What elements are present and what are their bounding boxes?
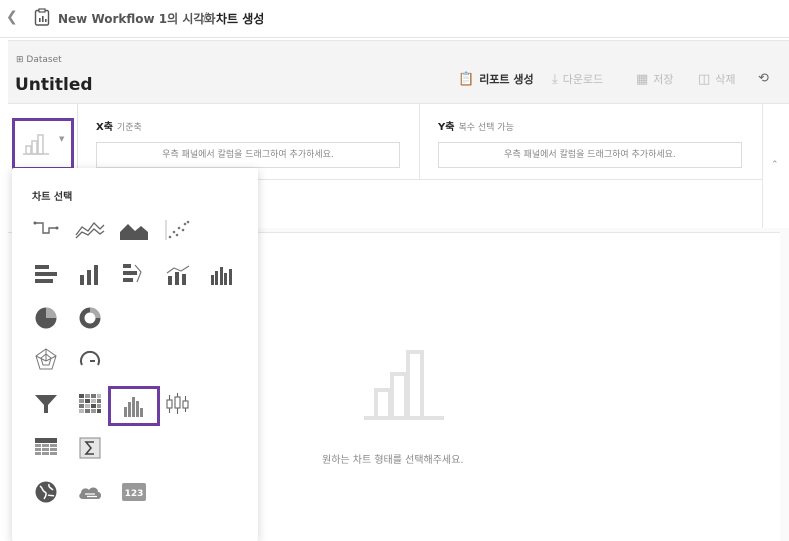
chevron-up-icon: ⌃ [771, 160, 779, 170]
dataset-header: ⊞ Dataset Untitled 📋 리포트 생성 ⤓ 다운로드 ▦ 저장 ◫ 삭제… [8, 40, 789, 104]
refresh-icon: ⟲ [758, 71, 769, 86]
chart-option-summary[interactable] [72, 432, 108, 464]
vertical-bar-icon [80, 265, 98, 285]
chart-option-funnel[interactable] [28, 388, 64, 420]
collapse-panel[interactable]: ⌃ [762, 104, 789, 228]
download-icon: ⤓ [552, 71, 558, 87]
save-icon: ▦ [636, 71, 649, 87]
download-button[interactable]: ⤓ 다운로드 [552, 71, 603, 87]
table-icon: ⊞ [16, 55, 24, 65]
area-chart-icon [120, 224, 148, 240]
trash-icon: ◫ [698, 71, 711, 87]
y-axis-dropzone[interactable]: 우측 패널에서 칼럼을 드래그하여 추가하세요. [438, 142, 742, 168]
chart-option-number[interactable]: 123 [116, 476, 152, 508]
bar-line-icon [123, 264, 142, 283]
grouped-bar-icon [211, 267, 232, 285]
histogram-icon [124, 397, 143, 417]
funnel-icon [35, 395, 57, 413]
chart-option-world-map[interactable] [28, 476, 64, 508]
y-axis-panel: Y축 복수 선택 가능 우측 패널에서 칼럼을 드래그하여 추가하세요. [420, 104, 762, 180]
chart-option-horizontal-bar[interactable] [28, 258, 64, 290]
globe-icon [35, 481, 57, 503]
chart-option-area[interactable] [116, 214, 152, 246]
heatmap-icon [79, 394, 101, 413]
chevron-down-icon: ▼ [59, 135, 65, 143]
empty-chart-icon [364, 350, 444, 420]
donut-chart-icon [79, 307, 101, 329]
chart-option-histogram[interactable] [108, 386, 160, 426]
chart-option-combo[interactable] [160, 258, 196, 290]
dataset-label: ⊞ Dataset [16, 55, 62, 65]
chart-option-grouped-bar[interactable] [204, 258, 240, 290]
boxplot-icon [166, 393, 189, 414]
chart-option-radar[interactable] [28, 344, 64, 376]
scatter-chart-icon [165, 220, 190, 240]
chart-option-step-line[interactable] [28, 214, 64, 246]
pie-chart-icon [35, 307, 57, 329]
gauge-icon [80, 350, 100, 366]
breadcrumb-separator: / [203, 10, 208, 24]
chart-option-table[interactable] [28, 432, 64, 464]
dataset-name[interactable]: Untitled [15, 75, 93, 95]
horizontal-bar-icon [35, 265, 57, 283]
save-button[interactable]: ▦ 저장 [636, 71, 674, 87]
empty-state-message: 원하는 차트 형태를 선택해주세요. [322, 455, 464, 466]
workflow-title[interactable]: New Workflow 1의 시각화 [58, 10, 216, 27]
number-card-icon: 123 [122, 483, 146, 501]
chart-type-panel: 차트 선택 123 [12, 168, 258, 541]
radar-chart-icon [35, 348, 57, 370]
table-grid-icon [35, 438, 57, 455]
chart-option-line[interactable] [72, 214, 108, 246]
step-line-icon [33, 221, 59, 234]
chart-option-scatter[interactable] [160, 214, 196, 246]
chart-option-gauge[interactable] [72, 344, 108, 376]
clipboard-icon: 📋 [458, 71, 475, 87]
back-icon[interactable]: ❮ [6, 9, 18, 25]
number-card-label: 123 [125, 489, 144, 499]
combo-chart-icon [166, 265, 190, 285]
panel-title: 차트 선택 [32, 192, 73, 203]
chart-option-pie[interactable] [28, 302, 64, 334]
bar-chart-icon [23, 134, 49, 155]
chart-option-boxplot[interactable] [160, 388, 196, 420]
line-chart-icon [75, 222, 105, 239]
clipboard-icon [34, 8, 50, 26]
chart-option-bar-line[interactable] [116, 258, 152, 290]
chart-option-cloud-map[interactable] [72, 476, 108, 508]
chart-option-heatmap[interactable] [72, 388, 108, 420]
sigma-icon [79, 437, 101, 459]
top-bar: ❮ New Workflow 1의 시각화 / 차트 생성 [0, 0, 789, 38]
report-button[interactable]: 📋 리포트 생성 [458, 71, 534, 87]
delete-button[interactable]: ◫ 삭제 [698, 71, 736, 87]
y-axis-title: Y축 복수 선택 가능 [438, 122, 514, 133]
chart-option-vertical-bar[interactable] [72, 258, 108, 290]
page-title: 차트 생성 [216, 12, 265, 26]
cloud-icon [79, 487, 101, 499]
chart-option-donut[interactable] [72, 302, 108, 334]
refresh-button[interactable]: ⟲ [758, 71, 769, 86]
x-axis-dropzone[interactable]: 우측 패널에서 칼럼을 드래그하여 추가하세요. [96, 142, 400, 168]
x-axis-title: X축 기준축 [96, 122, 142, 133]
chart-type-selector[interactable]: ▼ [12, 118, 74, 170]
